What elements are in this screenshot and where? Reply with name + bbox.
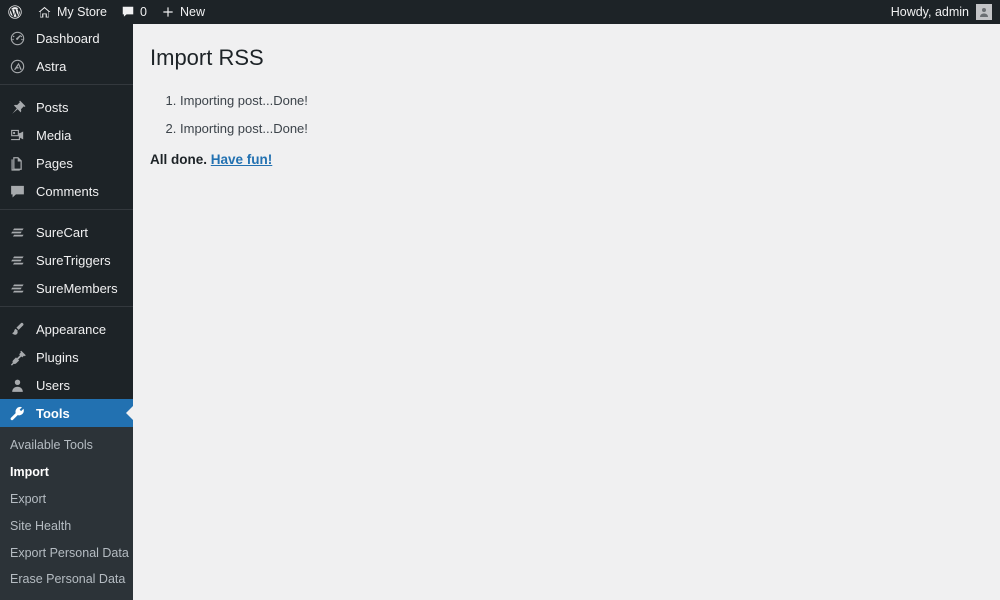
sidebar-item-label: Users: [36, 377, 70, 393]
sidebar-item-tools[interactable]: Tools: [0, 399, 134, 427]
sidebar-item-plugins[interactable]: Plugins: [0, 343, 133, 371]
tools-submenu: Available Tools Import Export Site Healt…: [0, 427, 133, 600]
plug-icon: [8, 348, 27, 367]
sidebar-item-posts[interactable]: Posts: [0, 93, 133, 121]
wordpress-logo-icon: [7, 4, 23, 20]
sidebar-item-pages[interactable]: Pages: [0, 149, 133, 177]
menu-separator: [0, 209, 133, 218]
sidebar-item-label: Posts: [36, 99, 69, 115]
sidebar-item-appearance[interactable]: Appearance: [0, 315, 133, 343]
sidebar-item-media[interactable]: Media: [0, 121, 133, 149]
import-log-list: Importing post...Done! Importing post...…: [180, 91, 1000, 139]
comments-count: 0: [140, 5, 147, 19]
pages-stack-icon: [8, 154, 27, 173]
comment-bubble-icon: [121, 5, 135, 19]
wordpress-logo-button[interactable]: [0, 0, 30, 24]
admin-sidebar-menu: Dashboard Astra Posts Media Pages Commen…: [0, 24, 134, 600]
submenu-item-erase-personal-data[interactable]: Erase Personal Data: [0, 566, 133, 593]
sidebar-item-label: Plugins: [36, 349, 79, 365]
submenu-item-export-personal-data[interactable]: Export Personal Data: [0, 540, 133, 567]
sidebar-item-label: Dashboard: [36, 30, 100, 46]
main-content-area: Import RSS Importing post...Done! Import…: [133, 24, 1000, 576]
site-name-menu[interactable]: My Store: [30, 0, 114, 24]
user-icon: [8, 376, 27, 395]
sidebar-item-label: SureTriggers: [36, 252, 111, 268]
submenu-item-import[interactable]: Import: [0, 459, 133, 486]
paintbrush-icon: [8, 320, 27, 339]
sidebar-item-label: Comments: [36, 183, 99, 199]
suretriggers-bars-icon: [8, 251, 27, 270]
media-camera-icon: [8, 126, 27, 145]
sidebar-item-dashboard[interactable]: Dashboard: [0, 24, 133, 52]
plus-icon: [161, 5, 175, 19]
user-avatar-icon: [976, 4, 992, 20]
comments-bubble-button[interactable]: 0: [114, 0, 154, 24]
submenu-item-available-tools[interactable]: Available Tools: [0, 432, 133, 459]
page-title: Import RSS: [150, 45, 264, 70]
admin-bar: My Store 0 New Howdy, admin: [0, 0, 1000, 24]
sidebar-item-users[interactable]: Users: [0, 371, 133, 399]
sidebar-item-label: Tools: [36, 405, 70, 421]
astra-logo-icon: [8, 57, 27, 76]
sidebar-item-astra[interactable]: Astra: [0, 52, 133, 80]
sidebar-item-label: SureMembers: [36, 280, 118, 296]
wrench-icon: [8, 404, 27, 423]
sidebar-item-label: SureCart: [36, 224, 89, 240]
dashboard-gauge-icon: [8, 29, 27, 48]
have-fun-link[interactable]: Have fun!: [211, 152, 273, 167]
sidebar-item-comments[interactable]: Comments: [0, 177, 133, 205]
all-done-text: All done.: [150, 151, 207, 167]
site-name-label: My Store: [57, 5, 108, 19]
sidebar-item-suremembers[interactable]: SureMembers: [0, 274, 133, 302]
all-done-message: All done. Have fun!: [150, 152, 1000, 167]
menu-separator: [0, 306, 133, 315]
list-item: Importing post...Done!: [180, 119, 1000, 139]
sidebar-item-label: Media: [36, 127, 72, 143]
pin-icon: [8, 98, 27, 117]
sidebar-item-label: Appearance: [36, 321, 107, 337]
menu-separator: [0, 84, 133, 93]
new-content-label: New: [179, 5, 205, 19]
comment-bubble-icon: [8, 182, 27, 201]
new-content-menu[interactable]: New: [154, 0, 212, 24]
home-icon: [37, 5, 52, 20]
submenu-item-export[interactable]: Export: [0, 486, 133, 513]
account-menu[interactable]: Howdy, admin: [891, 4, 1000, 20]
list-item: Importing post...Done!: [180, 91, 1000, 111]
account-greeting: Howdy, admin: [890, 5, 969, 19]
sidebar-item-surecart[interactable]: SureCart: [0, 218, 133, 246]
sidebar-item-label: Pages: [36, 155, 73, 171]
sidebar-item-suretriggers[interactable]: SureTriggers: [0, 246, 133, 274]
submenu-item-site-health[interactable]: Site Health: [0, 513, 133, 540]
suremembers-bars-icon: [8, 279, 27, 298]
sidebar-item-label: Astra: [36, 58, 67, 74]
surecart-bars-icon: [8, 223, 27, 242]
